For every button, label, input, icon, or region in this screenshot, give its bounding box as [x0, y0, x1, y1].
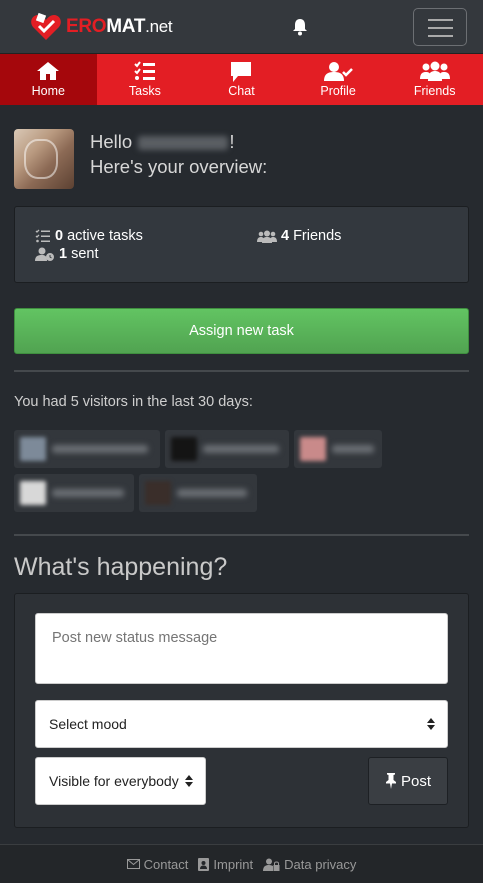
visitor-name-blurred [203, 445, 279, 453]
footer-contact-link[interactable]: Contact [126, 857, 188, 872]
visitor-avatar [300, 437, 326, 461]
nav-chat[interactable]: Chat [193, 54, 290, 105]
nav-profile-label: Profile [320, 84, 356, 98]
assign-new-task-button[interactable]: Assign new task [14, 308, 469, 354]
post-button-label: Post [400, 772, 431, 790]
logo[interactable]: EROMAT.net [30, 12, 173, 42]
post-button[interactable]: Post [368, 757, 448, 805]
address-book-icon [198, 857, 210, 871]
nav-home[interactable]: Home [0, 54, 97, 105]
main-nav: Home Tasks Chat Profile Friends [0, 54, 483, 105]
avatar[interactable] [14, 129, 74, 189]
footer-privacy-link[interactable]: Data privacy [263, 857, 356, 872]
visibility-select-value: Visible for everybody [49, 773, 179, 789]
whats-happening-heading: What's happening? [14, 553, 228, 581]
nav-home-label: Home [31, 84, 65, 98]
profile-icon [324, 62, 353, 81]
logo-heart-icon [31, 12, 61, 40]
visitor-name-blurred [332, 445, 374, 453]
visitor-item[interactable] [165, 430, 289, 468]
footer: Contact Imprint Data privacy [0, 844, 483, 883]
top-bar: EROMAT.net [0, 0, 483, 54]
blurred-username [138, 136, 229, 151]
nav-tasks[interactable]: Tasks [97, 54, 194, 105]
visitor-item[interactable] [294, 430, 382, 468]
nav-profile[interactable]: Profile [290, 54, 387, 105]
visitor-item[interactable] [139, 474, 257, 512]
status-message-input[interactable] [35, 613, 448, 684]
greeting-hello: Hello ! [90, 131, 235, 152]
nav-friends[interactable]: Friends [386, 54, 483, 105]
visitor-item[interactable] [14, 474, 134, 512]
visitor-name-blurred [52, 445, 148, 453]
stats-panel: 0 active tasks 4 Friends 1 sent [14, 206, 469, 283]
sent-stat[interactable]: 1 sent [35, 246, 99, 262]
logo-text: EROMAT.net [66, 16, 173, 37]
select-arrows-icon [185, 775, 193, 787]
visibility-select[interactable]: Visible for everybody [35, 757, 206, 805]
visitor-avatar [171, 437, 197, 461]
nav-chat-label: Chat [228, 84, 255, 98]
greeting-overview: Here's your overview: [90, 156, 268, 177]
visitors-text: You had 5 visitors in the last 30 days: [14, 394, 253, 410]
user-lock-icon [263, 858, 280, 871]
footer-imprint-link[interactable]: Imprint [198, 857, 253, 872]
friends-stat[interactable]: 4 Friends [257, 228, 341, 244]
mood-select-value: Select mood [49, 716, 127, 732]
bell-icon[interactable] [290, 17, 310, 37]
nav-tasks-label: Tasks [128, 84, 161, 98]
friends-icon [419, 61, 450, 81]
divider [14, 370, 469, 372]
hamburger-menu-button[interactable] [413, 8, 467, 46]
user-clock-icon [35, 247, 54, 261]
thumbtack-icon [385, 773, 396, 789]
select-arrows-icon [427, 718, 435, 730]
nav-friends-label: Friends [413, 84, 456, 98]
friends-small-icon [257, 230, 277, 243]
home-icon [37, 62, 60, 80]
visitor-avatar [145, 481, 171, 505]
divider [14, 534, 469, 536]
visitor-avatar [20, 437, 46, 461]
tasks-icon [134, 61, 155, 80]
visitor-avatar [20, 481, 46, 505]
active-tasks-stat[interactable]: 0 active tasks [35, 228, 143, 244]
envelope-icon [126, 859, 140, 869]
chat-icon [231, 62, 252, 82]
visitor-item[interactable] [14, 430, 160, 468]
tasks-list-icon [35, 229, 50, 243]
mood-select[interactable]: Select mood [35, 700, 448, 748]
visitor-name-blurred [177, 489, 247, 497]
visitor-name-blurred [52, 489, 124, 497]
